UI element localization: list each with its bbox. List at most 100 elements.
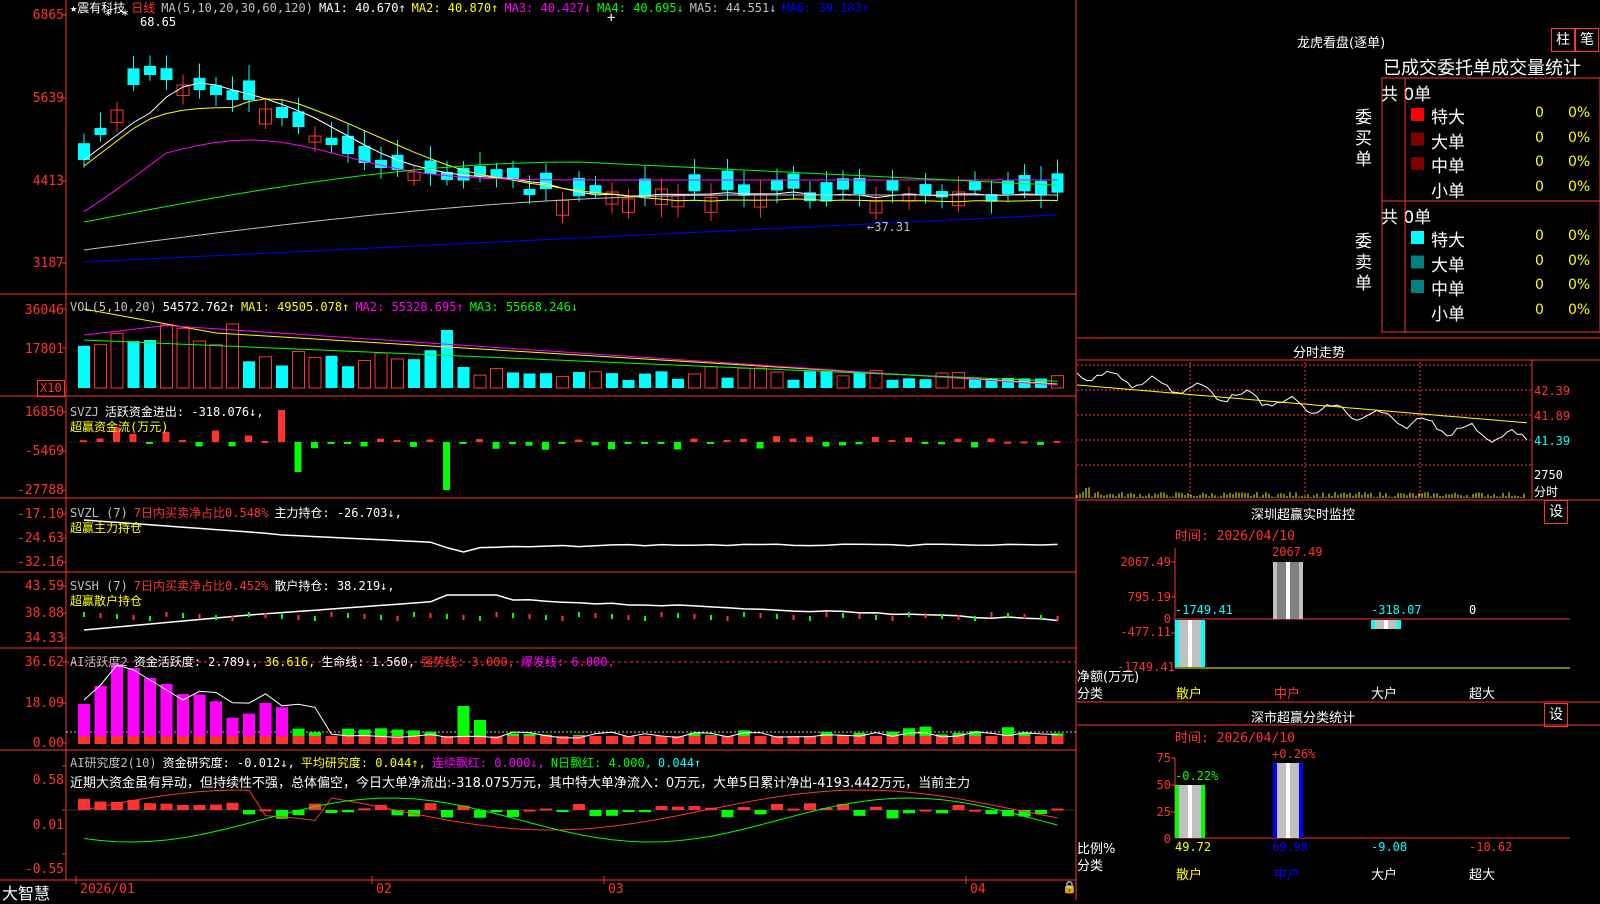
candle-down (424, 160, 437, 174)
ai2-bar (144, 803, 156, 810)
ai2-bar (589, 810, 602, 817)
ai2-bar (787, 808, 800, 811)
volume-bar (787, 379, 800, 388)
ma4-line (83, 161, 1058, 223)
sz-monitor-settings-button[interactable]: 设 (1544, 500, 1568, 524)
x-label: 04 (970, 882, 986, 897)
svzj-bar (80, 440, 87, 443)
svzj-bar (723, 439, 731, 442)
y-label: -17.10 (17, 507, 64, 522)
svzj-bar (707, 442, 714, 444)
ai2-bar (573, 804, 585, 810)
sz-class-settings-button[interactable]: 设 (1544, 703, 1568, 727)
volume-bar (276, 365, 288, 388)
svzl-header: SVZL (7) 7日内买卖净占比0.548% 主力持仓: -26.703↓, (70, 506, 408, 520)
svsh-tick (413, 612, 415, 617)
volume-bar (886, 379, 899, 388)
y-label: 38.88 (24, 606, 64, 621)
svsh-tick (182, 613, 184, 618)
svsh-tick (875, 615, 877, 620)
ai2-bar (738, 807, 750, 810)
svzj-bar (938, 442, 945, 445)
ma2-value: MA2: 40.870↑ (411, 1, 499, 15)
ai2-bar (441, 810, 453, 818)
bar-mode-button[interactable]: 柱 (1551, 28, 1575, 52)
svsh-tick (512, 613, 514, 618)
svsh-retail: 散户持仓: 38.219↓, (274, 579, 395, 593)
ai2-bar (771, 803, 783, 810)
svsh-tick (990, 612, 993, 617)
ai1-base (474, 736, 486, 744)
ai1-base (424, 736, 437, 744)
svsh-tick (83, 612, 85, 617)
svsh-tick (446, 614, 448, 619)
svsh-tick (314, 616, 316, 621)
svsh-ratio: 7日内买卖净占比0.452% (133, 579, 269, 593)
candle-down (78, 143, 90, 160)
ai2-bar (193, 805, 206, 810)
ai2-bar (78, 798, 90, 810)
y-label: -5469 (24, 444, 64, 459)
tick-mode-button[interactable]: 笔 (1575, 28, 1599, 52)
svsh-tick (710, 615, 712, 620)
candle-down (94, 127, 107, 135)
dragon-subtitle: 已成交委托单成交量统计 (1383, 58, 1581, 79)
ai2-bar (358, 808, 371, 811)
sz-class-title: 深市超赢分类统计 (1251, 711, 1356, 726)
candle-down (507, 167, 519, 180)
volume-bar (836, 375, 850, 389)
volume-bar (160, 324, 173, 389)
ai1-base (193, 736, 206, 744)
ai1-base (325, 736, 338, 744)
svsh-header: SVSH (7) 7日内买卖净占比0.452% 散户持仓: 38.219↓, (70, 579, 401, 593)
svzj-bar (146, 442, 153, 444)
ai1-bar (94, 686, 107, 744)
ai2-bar (969, 809, 981, 812)
candle-down (969, 181, 981, 191)
candle-down (1035, 180, 1047, 196)
svsh-tick (561, 616, 564, 621)
candle-down (226, 90, 239, 100)
dragon-title: 龙虎看盘(逐单) (1297, 36, 1386, 51)
volume-bar (78, 345, 90, 388)
ai2-bar (1035, 810, 1047, 815)
svzj-bar (773, 436, 780, 442)
candle-down (325, 137, 338, 145)
buy-row-label: 大单 (1431, 132, 1465, 153)
ai1-base (540, 736, 552, 744)
ai1-strong: 强势线: 3.000, (421, 655, 515, 669)
ai2-bar (424, 803, 437, 810)
volume-bar (424, 350, 437, 388)
ai1-base (144, 736, 156, 744)
candle-down (820, 182, 833, 202)
svsh-tick (809, 616, 811, 621)
ai1-base (919, 736, 932, 744)
svzj-bar (872, 437, 879, 442)
buy-row-pct: 0% (1568, 105, 1591, 121)
sz-monitor-title: 深圳超赢实时监控 (1251, 508, 1356, 523)
sell-row-pct: 0% (1568, 301, 1591, 318)
svsh-tick (264, 613, 267, 618)
x-axis: 大智慧 2026/01 02 03 04 🔒 (0, 880, 1077, 903)
volume-bar (1051, 375, 1064, 389)
ai1-base (226, 736, 239, 744)
volume-bar (292, 350, 305, 389)
y-label: 43.59 (24, 579, 64, 594)
volume-bar (573, 372, 585, 388)
lock-icon[interactable]: 🔒 (1062, 880, 1077, 894)
volume-bar (358, 359, 371, 389)
buy-row-label: 小单 (1431, 181, 1465, 202)
ai2-bar (523, 809, 536, 812)
ai1-base (259, 736, 272, 744)
svsh-tick (924, 613, 927, 618)
sz-class-time: 时间: 2026/04/10 (1175, 731, 1295, 746)
ai2-bar (342, 810, 354, 813)
buy-row-pct: 0% (1568, 154, 1591, 170)
volume-bar (127, 341, 140, 388)
period-label[interactable]: 日线 (131, 1, 155, 15)
svsh-tick (792, 615, 795, 620)
volume-bar (737, 367, 751, 389)
svzj-bar (575, 439, 582, 442)
sz-cat: 中户 (1274, 687, 1301, 702)
ai1-base (127, 736, 140, 744)
